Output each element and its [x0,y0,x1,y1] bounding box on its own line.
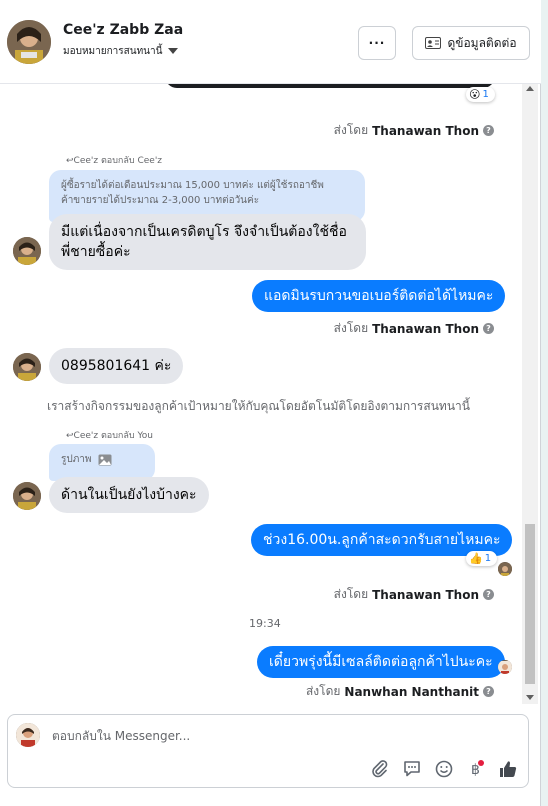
user-avatar [16,723,40,747]
sender-name: Thanawan Thon [372,321,479,336]
outgoing-message[interactable]: แอดมินรบกวนขอเบอร์ติดต่อได้ไหมคะ [252,280,506,312]
reaction-count: 1 [482,89,489,100]
contact-avatar-small[interactable] [13,237,41,265]
sender-name: Thanawan Thon [372,587,479,602]
reply-label-text: Cee'z ตอบกลับ You [73,431,153,441]
contact-avatar[interactable] [7,20,51,64]
emoji-icon[interactable] [434,759,454,779]
sent-by-label: ส่งโดย Nanwhan Nanthanit ? [306,682,494,701]
reply-indicator: ↩Cee'z ตอบกลับ You [66,428,153,442]
quote-text: รูปภาพ [61,454,92,465]
more-label: ··· [368,36,386,50]
sent-by-prefix: ส่งโดย [333,321,369,335]
assign-conversation-dropdown[interactable]: มอบหมายการสนทนานี้ [63,44,179,59]
incoming-message[interactable]: ด้านในเป็นยังไงบ้างคะ [49,477,209,513]
attachment-icon[interactable] [370,759,390,779]
help-icon[interactable]: ? [483,589,494,600]
sender-avatar-small [498,660,512,674]
conversation-header: Cee'z Zabb Zaa มอบหมายการสนทนานี้ ··· ดู… [0,0,541,84]
previous-message-bubble [165,84,495,88]
seen-avatar [498,562,512,576]
help-icon[interactable]: ? [483,686,494,697]
sent-by-label: ส่งโดย Thanawan Thon ? [334,585,494,604]
incoming-message[interactable]: มีแต่เนื่องจากเป็นเครดิตบูโร จึงจำเป็นต้… [49,214,366,270]
reply-label-text: Cee'z ตอบกลับ Cee'z [73,156,163,166]
reply-arrow-icon: ↩ [66,431,74,441]
sent-by-prefix: ส่งโดย [305,684,341,698]
incoming-message[interactable]: 0895801641 ค่ะ [49,348,184,384]
view-contact-button[interactable]: ดูข้อมูลติดต่อ [412,26,530,60]
reaction-count: 1 [484,553,492,564]
help-icon[interactable]: ? [483,125,494,136]
payment-icon[interactable]: ฿ [466,759,486,779]
outgoing-message[interactable]: เดี๋ยวพรุ่งนี้มีเซลล์ติดต่อลูกค้าไปนะคะ [257,646,505,678]
saved-replies-icon[interactable] [402,759,422,779]
reaction-emoji: 👍 [469,552,483,565]
reply-indicator: ↩Cee'z ตอบกลับ Cee'z [66,153,162,167]
timestamp: 19:34 [249,617,281,630]
contact-label: ดูข้อมูลติดต่อ [447,35,517,50]
sent-by-label: ส่งโดย Thanawan Thon ? [334,319,494,338]
contact-avatar-small[interactable] [13,482,41,510]
caret-down-icon [168,48,179,54]
messenger-panel: Cee'z Zabb Zaa มอบหมายการสนทนานี้ ··· ดู… [0,0,541,806]
assign-label: มอบหมายการสนทนานี้ [63,46,163,57]
composer-toolbar: ฿ [370,759,518,779]
scroll-down-arrow-icon[interactable] [526,695,534,700]
message-reaction[interactable]: 👍 1 [466,551,498,566]
sender-name: Thanawan Thon [372,123,479,138]
contact-card-icon [425,37,442,49]
sent-by-prefix: ส่งโดย [333,123,369,137]
sent-by-label: ส่งโดย Thanawan Thon ? [334,121,494,140]
message-list[interactable]: 😮 1 ส่งโดย Thanawan Thon ? ↩Cee'z ตอบกลั… [0,84,522,704]
thumbs-up-icon[interactable] [498,759,518,779]
quoted-message[interactable]: รูปภาพ [49,444,155,481]
scroll-up-arrow-icon[interactable] [526,86,534,91]
reply-arrow-icon: ↩ [66,156,74,166]
scrollbar-thumb[interactable] [525,524,535,684]
contact-name: Cee'z Zabb Zaa [63,22,184,38]
sent-by-prefix: ส่งโดย [333,587,369,601]
contact-avatar-small[interactable] [13,353,41,381]
help-icon[interactable]: ? [483,323,494,334]
chat-scrollbar[interactable] [522,84,538,704]
more-options-button[interactable]: ··· [358,26,396,60]
message-reaction[interactable]: 😮 1 [466,87,495,102]
message-composer[interactable]: ตอบกลับใน Messenger... ฿ [7,714,529,788]
reaction-emoji: 😮 [469,88,481,101]
system-notice: เราสร้างกิจกรรมของลูกค้าเป้าหมายให้กับคุ… [47,399,470,413]
image-icon [98,454,112,465]
reply-input[interactable]: ตอบกลับใน Messenger... [52,727,190,746]
sender-name: Nanwhan Nanthanit [344,684,479,699]
